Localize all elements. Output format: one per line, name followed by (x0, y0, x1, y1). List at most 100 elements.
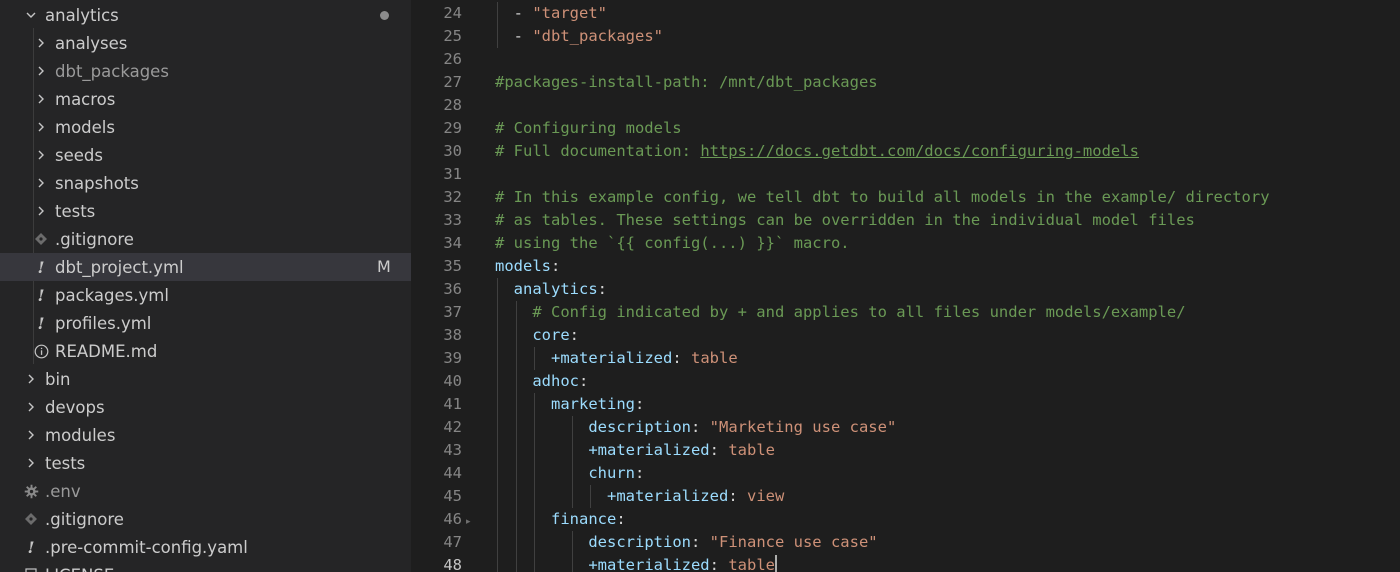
code-text: # Config indicated by + and applies to a… (495, 301, 1185, 324)
code-text: # as tables. These settings can be overr… (495, 209, 1195, 232)
explorer-item-devops[interactable]: devops (0, 393, 411, 421)
code-line[interactable]: 37 # Config indicated by + and applies t… (411, 301, 1400, 324)
explorer-item-dbt-project-yml[interactable]: ! dbt_project.yml M (0, 253, 411, 281)
code-line[interactable]: 46 finance: (411, 508, 1400, 531)
indent-guide (534, 416, 536, 439)
indent-guide (515, 324, 517, 347)
code-line[interactable]: 27 #packages-install-path: /mnt/dbt_packa… (411, 71, 1400, 94)
explorer-item-readme-md[interactable]: README.md (0, 337, 411, 365)
indent-guide (571, 554, 573, 572)
indent-guide (497, 393, 498, 416)
code-token: +materialized (588, 556, 710, 572)
line-number: 41 (443, 395, 462, 413)
code-line[interactable]: 33 # as tables. These settings can be ove… (411, 209, 1400, 232)
explorer-item-profiles-yml[interactable]: ! profiles.yml (0, 309, 411, 337)
info-circle-icon (31, 337, 51, 365)
code-token: "dbt_packages" (532, 27, 663, 45)
indent-guide (515, 301, 517, 324)
code-token: : (728, 487, 747, 505)
explorer-item-tests[interactable]: tests (0, 449, 411, 477)
chevron-right-icon (31, 169, 51, 197)
indent-guide (571, 462, 573, 485)
explorer-item-dbt-packages[interactable]: dbt_packages (0, 57, 411, 85)
explorer-item-snapshots[interactable]: snapshots (0, 169, 411, 197)
explorer-item-tests[interactable]: tests (0, 197, 411, 225)
indent-guide (497, 554, 498, 572)
indent-guide (534, 393, 536, 416)
indent-guide (497, 301, 498, 324)
code-text: # using the `{{ config(...) }}` macro. (495, 232, 850, 255)
code-line[interactable]: 39 +materialized: table (411, 347, 1400, 370)
code-line[interactable]: 29 # Configuring models (411, 117, 1400, 140)
explorer-item-analytics[interactable]: analytics (0, 1, 411, 29)
indent-guide (515, 439, 517, 462)
line-number: 27 (443, 73, 462, 91)
code-line[interactable]: 42 description: "Marketing use case" (411, 416, 1400, 439)
documentation-link[interactable]: https://docs.getdbt.com/docs/configuring… (700, 142, 1139, 160)
line-number: 31 (443, 165, 462, 183)
code-line[interactable]: 35 models: (411, 255, 1400, 278)
explorer-item-models[interactable]: models (0, 113, 411, 141)
line-number: 36 (443, 280, 462, 298)
code-line[interactable]: 44 churn: (411, 462, 1400, 485)
indent-guide (497, 25, 498, 48)
explorer-item-label: analytics (45, 5, 119, 25)
explorer-item-license[interactable]: LICENSE (0, 561, 411, 572)
code-editor[interactable]: ▸ 24 - "target" 25 - "dbt_packages" 26 27 #p… (411, 0, 1400, 572)
explorer-item-modules[interactable]: modules (0, 421, 411, 449)
explorer-item-label: LICENSE (45, 566, 114, 572)
code-line[interactable]: 36 analytics: (411, 278, 1400, 301)
code-line[interactable]: 26 (411, 48, 1400, 71)
code-line[interactable]: 24 - "target" (411, 2, 1400, 25)
explorer-item-label: README.md (55, 341, 158, 361)
code-token: models (495, 257, 551, 275)
code-line[interactable]: 41 marketing: (411, 393, 1400, 416)
explorer-item-packages-yml[interactable]: ! packages.yml (0, 281, 411, 309)
code-token: : (672, 349, 691, 367)
code-line[interactable]: 48 +materialized: table (411, 554, 1400, 572)
explorer-item-label: analyses (55, 33, 128, 53)
code-line[interactable]: 47 description: "Finance use case" (411, 531, 1400, 554)
code-line[interactable]: 25 - "dbt_packages" (411, 25, 1400, 48)
indent-guide (515, 554, 517, 572)
explorer-item-macros[interactable]: macros (0, 85, 411, 113)
code-text: +materialized: table (495, 347, 738, 370)
code-line[interactable]: 34 # using the `{{ config(...) }}` macro. (411, 232, 1400, 255)
line-number: 26 (443, 50, 462, 68)
code-line[interactable]: 31 (411, 163, 1400, 186)
code-line[interactable]: 43 +materialized: table (411, 439, 1400, 462)
code-token: +materialized (588, 441, 710, 459)
explorer-item-label: profiles.yml (55, 313, 152, 333)
code-token: # Configuring models (495, 119, 682, 137)
line-number: 38 (443, 326, 462, 344)
code-line[interactable]: 30 # Full documentation: https://docs.get… (411, 140, 1400, 163)
yaml-exclamation-icon: ! (37, 313, 45, 333)
explorer-item-pre-commit-config-yaml[interactable]: ! .pre-commit-config.yaml (0, 533, 411, 561)
code-token: - (513, 4, 533, 22)
code-token: # as tables. These settings can be overr… (495, 211, 1195, 229)
code-line[interactable]: 38 core: (411, 324, 1400, 347)
explorer-item-label: snapshots (55, 173, 139, 193)
code-token: # In this example config, we tell dbt to… (495, 188, 1270, 206)
text-cursor (774, 555, 777, 572)
explorer-item-env[interactable]: .env (0, 477, 411, 505)
explorer-item-seeds[interactable]: seeds (0, 141, 411, 169)
code-token: churn (588, 464, 635, 482)
code-line[interactable]: 45 +materialized: view (411, 485, 1400, 508)
code-line[interactable]: 32 # In this example config, we tell dbt … (411, 186, 1400, 209)
indent-guide (515, 370, 517, 393)
code-text: #packages-install-path: /mnt/dbt_package… (495, 71, 878, 94)
git-status-badge: M (377, 257, 391, 276)
line-number: 42 (443, 418, 462, 436)
code-text: description: "Finance use case" (495, 531, 877, 554)
explorer-item-bin[interactable]: bin (0, 365, 411, 393)
code-line[interactable]: 40 adhoc: (411, 370, 1400, 393)
code-token: : (690, 418, 710, 436)
code-text: +materialized: view (495, 485, 784, 508)
explorer-item-gitignore[interactable]: .gitignore (0, 505, 411, 533)
explorer-item-gitignore[interactable]: .gitignore (0, 225, 411, 253)
code-token: : (635, 464, 645, 482)
explorer-item-analyses[interactable]: analyses (0, 29, 411, 57)
code-text: description: "Marketing use case" (495, 416, 896, 439)
code-line[interactable]: 28 (411, 94, 1400, 117)
